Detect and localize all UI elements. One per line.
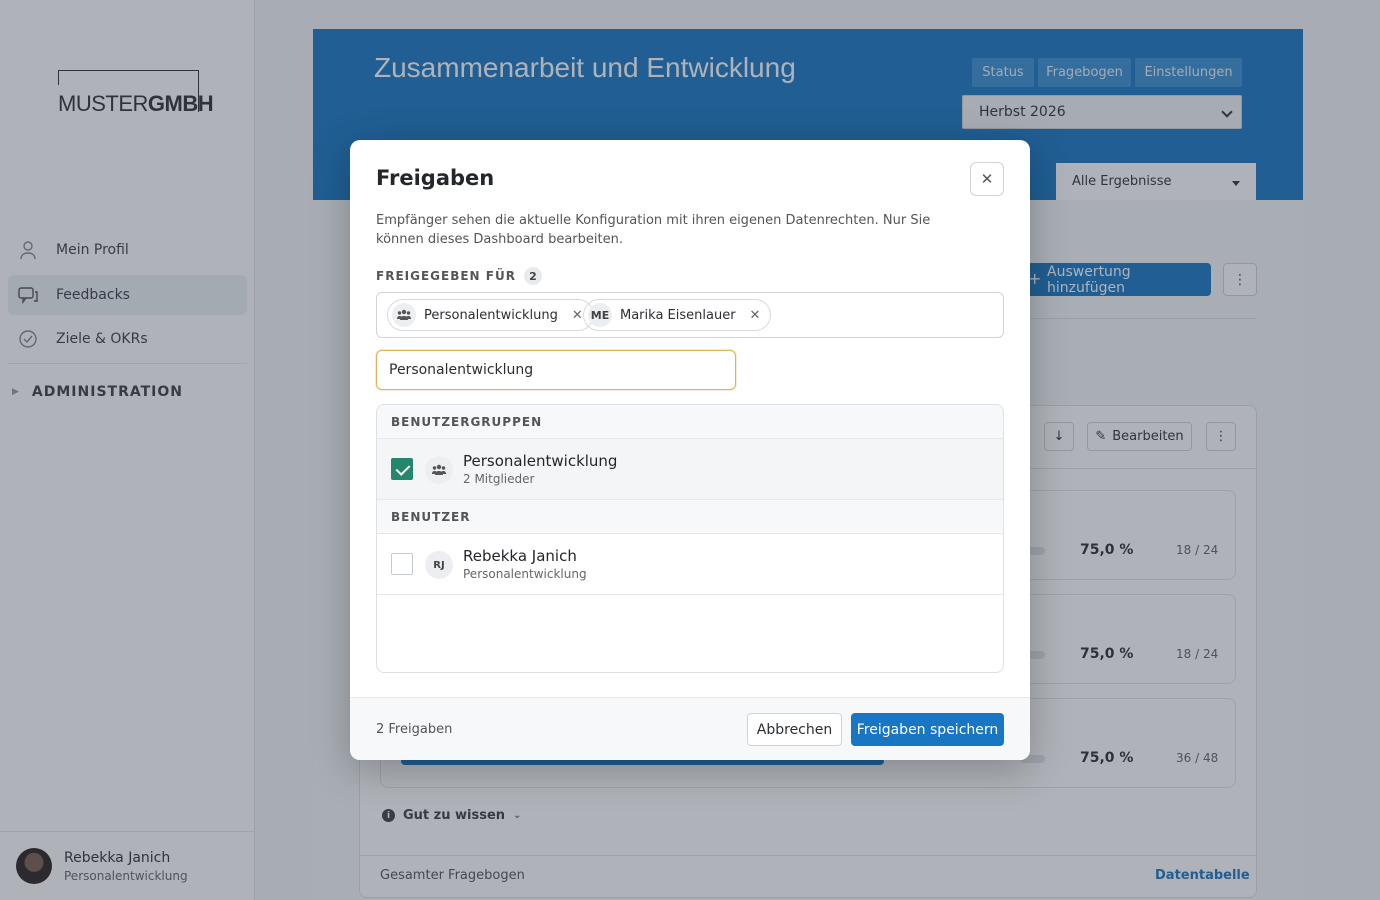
initials-avatar: ME <box>588 303 612 327</box>
result-item-group[interactable]: Personalentwicklung 2 Mitglieder <box>377 439 1003 500</box>
remove-icon[interactable]: ✕ <box>572 308 583 323</box>
remove-icon[interactable]: ✕ <box>750 308 761 323</box>
recipient-search-input[interactable] <box>376 350 736 390</box>
share-count-text: 2 Freigaben <box>376 722 453 737</box>
close-button[interactable]: ✕ <box>970 162 1004 196</box>
close-icon: ✕ <box>980 170 994 188</box>
group-icon <box>392 303 416 327</box>
result-subtitle: Personalentwicklung <box>463 567 587 581</box>
result-subtitle: 2 Mitglieder <box>463 472 535 486</box>
share-dialog: Freigaben ✕ Empfänger sehen die aktuelle… <box>350 140 1030 760</box>
shared-with-label: FREIGEGEBEN FÜR <box>376 269 516 283</box>
cancel-button[interactable]: Abbrechen <box>747 713 842 746</box>
initials-avatar: RJ <box>425 551 453 579</box>
group-icon <box>425 456 453 484</box>
recipient-chip-user: ME Marika Eisenlauer ✕ <box>583 299 772 331</box>
dialog-description: Empfänger sehen die aktuelle Konfigurati… <box>376 213 931 247</box>
recipient-chips[interactable]: Personalentwicklung ✕ ME Marika Eisenlau… <box>376 292 1004 338</box>
chip-label: Personalentwicklung <box>424 307 558 323</box>
shared-count-badge: 2 <box>523 267 542 285</box>
save-shares-button[interactable]: Freigaben speichern <box>851 713 1004 746</box>
recipient-chip-group: Personalentwicklung ✕ <box>387 299 594 331</box>
search-results: BENUTZERGRUPPEN Personalentwicklung 2 Mi… <box>376 404 1004 673</box>
result-name: Rebekka Janich <box>463 547 577 565</box>
shared-with-heading: FREIGEGEBEN FÜR 2 <box>376 267 542 285</box>
dialog-title: Freigaben <box>376 166 495 190</box>
chip-label: Marika Eisenlauer <box>620 307 736 323</box>
result-name: Personalentwicklung <box>463 452 618 470</box>
dialog-footer: 2 Freigaben Abbrechen Freigaben speicher… <box>350 697 1030 760</box>
checkbox-unchecked[interactable] <box>391 553 413 575</box>
result-item-user[interactable]: RJ Rebekka Janich Personalentwicklung <box>377 534 1003 595</box>
checkbox-checked[interactable] <box>391 458 413 480</box>
results-group-heading: BENUTZERGRUPPEN <box>377 405 1003 439</box>
results-group-heading: BENUTZER <box>377 500 1003 534</box>
